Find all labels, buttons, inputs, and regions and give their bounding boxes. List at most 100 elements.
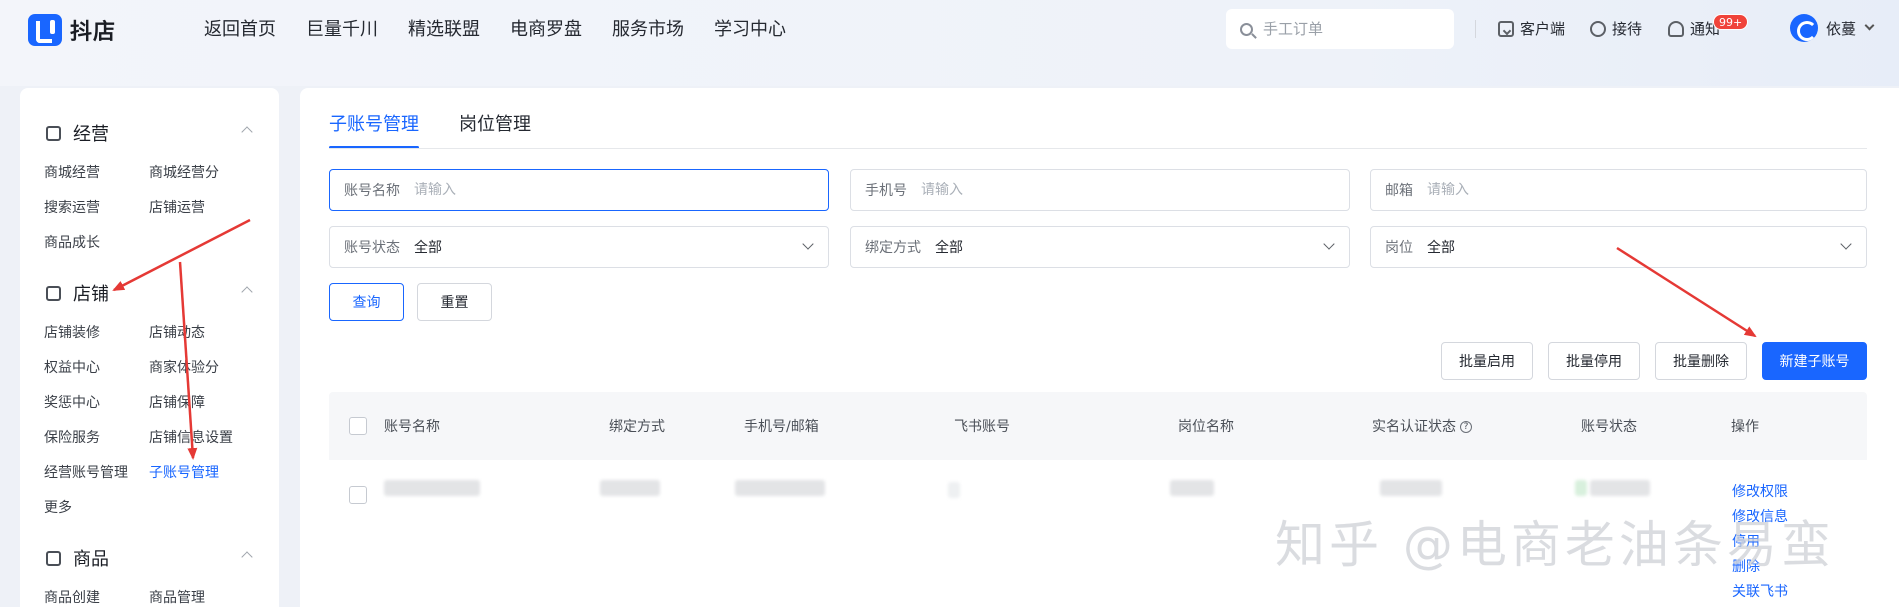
sidebar-item-goods-manage[interactable]: 商品管理 xyxy=(149,587,205,607)
account-status-select[interactable]: 账号状态 全部 xyxy=(329,226,829,268)
account-name-field[interactable]: 账号名称 xyxy=(329,169,829,211)
avatar[interactable] xyxy=(1790,14,1818,42)
blurred-feishu xyxy=(948,482,960,498)
edit-permission-link[interactable]: 修改权限 xyxy=(1732,481,1788,501)
sidebar-item-goods-create[interactable]: 商品创建 xyxy=(44,587,100,607)
link-feishu-link[interactable]: 关联飞书 xyxy=(1732,581,1788,601)
sidebar-item-sub-accounts[interactable]: 子账号管理 xyxy=(149,462,219,482)
help-icon[interactable]: ? xyxy=(1460,421,1472,433)
chevron-up-icon[interactable] xyxy=(241,286,253,298)
sidebar-group-operations[interactable]: 经营 xyxy=(46,120,109,146)
goods-icon xyxy=(46,550,61,566)
sidebar-group-label: 商品 xyxy=(73,549,109,570)
chevron-up-icon[interactable] xyxy=(241,551,253,563)
position-select[interactable]: 岗位 全部 xyxy=(1370,226,1867,268)
topnav-service-market[interactable]: 服务市场 xyxy=(612,18,684,42)
blurred-account-name xyxy=(384,480,480,496)
select-value: 全部 xyxy=(414,240,442,256)
sidebar-item-goods-growth[interactable]: 商品成长 xyxy=(44,232,100,252)
chevron-down-icon xyxy=(1323,238,1335,250)
account-name-input[interactable] xyxy=(414,182,614,198)
select-value: 全部 xyxy=(1427,240,1455,256)
reception-button[interactable]: 接待 xyxy=(1590,18,1642,39)
sidebar-item-insurance[interactable]: 保险服务 xyxy=(44,427,100,447)
blurred-status xyxy=(1590,480,1650,496)
notify-badge: 99+ xyxy=(1713,14,1749,30)
field-label: 岗位 xyxy=(1385,240,1413,256)
topnav-learning-center[interactable]: 学习中心 xyxy=(714,18,786,42)
bind-method-select[interactable]: 绑定方式 全部 xyxy=(850,226,1350,268)
sidebar-item-search-operation[interactable]: 搜索运营 xyxy=(44,197,100,217)
sidebar-item-shop-guarantee[interactable]: 店铺保障 xyxy=(149,392,205,412)
reception-label: 接待 xyxy=(1612,20,1643,38)
header-divider xyxy=(1475,20,1476,38)
select-all-checkbox[interactable] xyxy=(349,417,367,435)
headset-icon xyxy=(1590,20,1606,37)
sidebar-item-shop-dynamics[interactable]: 店铺动态 xyxy=(149,322,205,342)
th-phone-email: 手机号/邮箱 xyxy=(744,419,819,435)
sidebar-item-more[interactable]: 更多 xyxy=(44,497,72,517)
sidebar-item-shop-operation[interactable]: 店铺运营 xyxy=(149,197,205,217)
reset-button[interactable]: 重置 xyxy=(417,283,492,321)
batch-enable-button[interactable]: 批量启用 xyxy=(1441,342,1533,380)
sidebar-item-shop-info[interactable]: 店铺信息设置 xyxy=(149,427,233,447)
chevron-down-icon xyxy=(802,238,814,250)
chevron-down-icon[interactable] xyxy=(1864,20,1875,31)
sidebar-group-label: 店铺 xyxy=(73,284,109,305)
chart-icon xyxy=(46,125,61,141)
shop-icon xyxy=(46,285,61,301)
blurred-realname xyxy=(1380,480,1442,496)
top-header: 抖店 返回首页 巨量千川 精选联盟 电商罗盘 服务市场 学习中心 客户端 接待 … xyxy=(0,0,1899,86)
watermark: 知乎 @电商老油条易蛮 xyxy=(1275,516,1835,574)
sidebar-item-shop-decoration[interactable]: 店铺装修 xyxy=(44,322,100,342)
top-nav: 返回首页 巨量千川 精选联盟 电商罗盘 服务市场 学习中心 xyxy=(204,18,816,42)
sidebar-item-business-accounts[interactable]: 经营账号管理 xyxy=(44,462,128,482)
search-input[interactable] xyxy=(1263,20,1433,38)
sidebar-group-goods[interactable]: 商品 xyxy=(46,545,109,571)
blurred-position xyxy=(1170,480,1214,496)
th-bind-method: 绑定方式 xyxy=(609,419,665,435)
status-dot xyxy=(1575,480,1587,496)
topnav-compass[interactable]: 电商罗盘 xyxy=(510,18,582,42)
tabs-divider xyxy=(329,148,1867,149)
tab-positions[interactable]: 岗位管理 xyxy=(459,110,531,149)
sidebar-item-mall-operation[interactable]: 商城经营 xyxy=(44,162,100,182)
header-search[interactable] xyxy=(1226,9,1454,49)
username[interactable]: 依蔓 xyxy=(1826,18,1856,39)
table-header: 账号名称 绑定方式 手机号/邮箱 飞书账号 岗位名称 实名认证状态? 账号状态 … xyxy=(329,392,1867,460)
sidebar: 经营 商城经营 商城经营分 搜索运营 店铺运营 商品成长 店铺 店铺装修 店铺动… xyxy=(20,88,279,607)
email-input[interactable] xyxy=(1427,182,1627,198)
sidebar-group-shop[interactable]: 店铺 xyxy=(46,280,109,306)
chevron-up-icon[interactable] xyxy=(241,126,253,138)
sidebar-item-rewards[interactable]: 奖惩中心 xyxy=(44,392,100,412)
client-button[interactable]: 客户端 xyxy=(1498,18,1565,39)
th-feishu-account: 飞书账号 xyxy=(954,419,1010,435)
sidebar-group-label: 经营 xyxy=(73,124,109,145)
phone-input[interactable] xyxy=(921,182,1121,198)
app-logo[interactable]: 抖店 xyxy=(28,14,116,46)
email-field[interactable]: 邮箱 xyxy=(1370,169,1867,211)
topnav-home[interactable]: 返回首页 xyxy=(204,18,276,42)
sidebar-item-merchant-score[interactable]: 商家体验分 xyxy=(149,357,219,377)
chevron-down-icon xyxy=(1840,238,1852,250)
th-position-name: 岗位名称 xyxy=(1178,419,1234,435)
sidebar-item-benefits[interactable]: 权益中心 xyxy=(44,357,100,377)
sidebar-item-mall-score[interactable]: 商城经营分 xyxy=(149,162,219,182)
blurred-phone xyxy=(735,480,825,496)
topnav-qianchuan[interactable]: 巨量千川 xyxy=(306,18,378,42)
client-label: 客户端 xyxy=(1520,20,1566,38)
batch-delete-button[interactable]: 批量删除 xyxy=(1655,342,1747,380)
field-label: 账号名称 xyxy=(344,183,400,199)
new-sub-account-button[interactable]: 新建子账号 xyxy=(1762,342,1867,380)
tab-sub-accounts[interactable]: 子账号管理 xyxy=(329,110,419,149)
query-button[interactable]: 查询 xyxy=(329,283,404,321)
th-account-name: 账号名称 xyxy=(384,419,440,435)
topnav-alliance[interactable]: 精选联盟 xyxy=(408,18,480,42)
batch-disable-button[interactable]: 批量停用 xyxy=(1548,342,1640,380)
select-value: 全部 xyxy=(935,240,963,256)
field-label: 手机号 xyxy=(865,183,907,199)
blurred-bind-method xyxy=(600,480,660,496)
search-icon xyxy=(1240,22,1253,36)
row-checkbox[interactable] xyxy=(349,486,367,504)
phone-field[interactable]: 手机号 xyxy=(850,169,1350,211)
